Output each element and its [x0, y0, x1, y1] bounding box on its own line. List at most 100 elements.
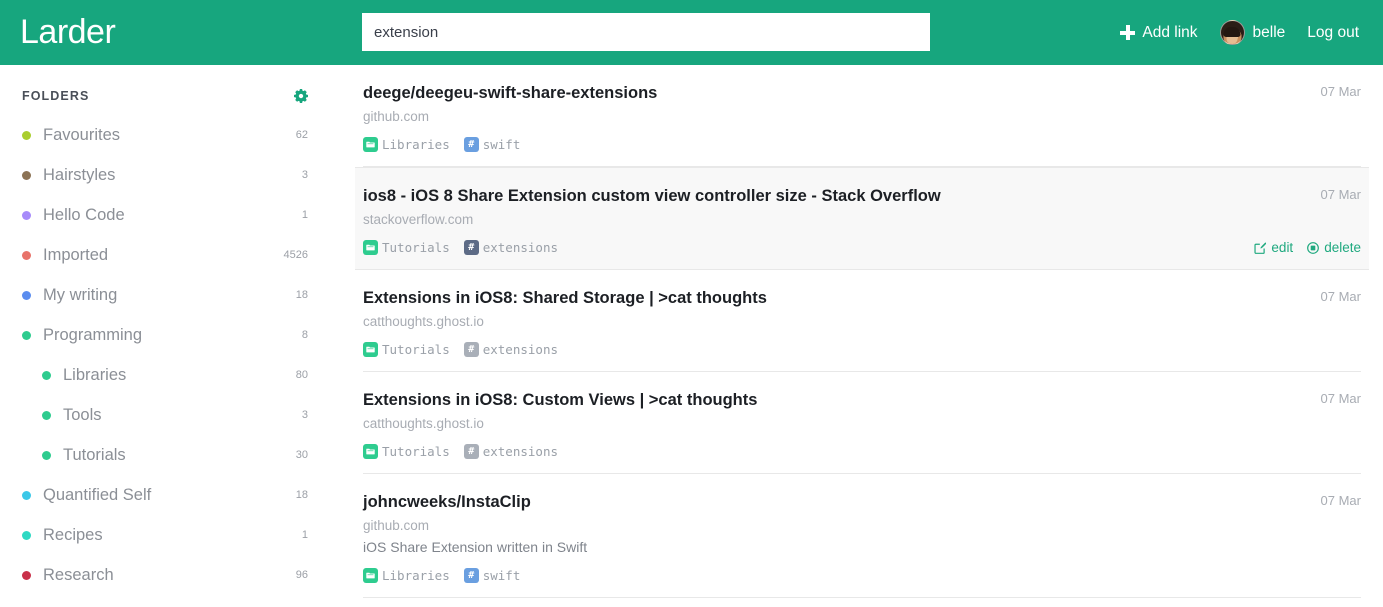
sidebar-item-research[interactable]: Research 96 [0, 555, 330, 595]
sidebar-item-hello-code[interactable]: Hello Code 1 [0, 195, 330, 235]
folder-color-dot [42, 370, 51, 380]
sidebar-item-count: 1 [301, 529, 308, 541]
sidebar-item-count: 18 [295, 289, 308, 301]
tag-badge[interactable]: # swift [463, 137, 521, 152]
delete-label: delete [1324, 240, 1361, 255]
add-link-label: Add link [1142, 23, 1198, 41]
result-domain: catthoughts.ghost.io [363, 416, 484, 431]
edit-button[interactable]: edit [1254, 240, 1293, 255]
folder-badge[interactable]: Libraries [363, 137, 450, 152]
folder-color-dot [22, 210, 31, 220]
user-name-label: belle [1252, 23, 1286, 41]
tag-badge[interactable]: # extensions [463, 240, 558, 255]
edit-label: edit [1271, 240, 1294, 255]
sidebar-item-favourites[interactable]: Favourites 62 [0, 115, 330, 155]
folder-color-dot [22, 490, 31, 500]
folder-badge[interactable]: Tutorials [363, 342, 450, 357]
folder-badge[interactable]: Tutorials [363, 444, 450, 459]
sidebar-item-label: Quantified Self [43, 485, 152, 504]
folder-icon [363, 342, 378, 357]
sidebar-item-count: 30 [295, 449, 308, 461]
folder-color-dot [22, 170, 31, 180]
result-domain: github.com [363, 109, 430, 124]
folder-color-dot [22, 530, 31, 540]
folder-badge[interactable]: Tutorials [363, 240, 450, 255]
sidebar-item-tutorials[interactable]: Tutorials 30 [0, 435, 330, 475]
folder-badge-label: Tutorials [382, 444, 450, 459]
sidebar-item-label: Hairstyles [43, 165, 116, 184]
result-item[interactable]: Extensions in iOS8: Custom Views | >cat … [363, 372, 1361, 474]
result-badges: Tutorials # extensions [363, 444, 1361, 459]
folder-badge-label: Tutorials [382, 342, 450, 357]
user-menu[interactable]: belle [1219, 20, 1286, 45]
sidebar-item-imported[interactable]: Imported 4526 [0, 235, 330, 275]
sidebar-item-label: Hello Code [43, 205, 125, 224]
app-header: Larder Add link belle Log out [0, 0, 1383, 65]
sidebar-item-my-writing[interactable]: My writing 18 [0, 275, 330, 315]
tag-badge-label: swift [482, 568, 521, 583]
pencil-icon [1254, 241, 1267, 254]
gear-icon[interactable] [294, 89, 308, 103]
sidebar-item-hairstyles[interactable]: Hairstyles 3 [0, 155, 330, 195]
search-input[interactable] [362, 13, 930, 51]
folder-badge-label: Tutorials [382, 240, 450, 255]
add-link-button[interactable]: Add link [1120, 23, 1198, 42]
folders-header: FOLDERS [0, 89, 330, 103]
folder-badge-label: Libraries [382, 137, 450, 152]
folder-color-dot [42, 450, 51, 460]
sidebar-item-count: 1 [301, 209, 308, 221]
folders-title: FOLDERS [22, 89, 90, 103]
result-badges: Libraries # swift [363, 568, 1361, 583]
sidebar-item-programming[interactable]: Programming 8 [0, 315, 330, 355]
folder-icon [363, 240, 378, 255]
logout-button[interactable]: Log out [1307, 24, 1359, 42]
result-item[interactable]: Extensions in iOS8: Shared Storage | >ca… [363, 270, 1361, 372]
sidebar-item-count: 4526 [283, 249, 308, 261]
result-title[interactable]: Extensions in iOS8: Custom Views | >cat … [363, 390, 1361, 410]
result-date: 07 Mar [1320, 84, 1361, 99]
result-title[interactable]: ios8 - iOS 8 Share Extension custom view… [363, 186, 1361, 206]
folder-icon [363, 444, 378, 459]
sidebar-item-count: 18 [295, 489, 308, 501]
folder-badge[interactable]: Libraries [363, 568, 450, 583]
result-title[interactable]: johncweeks/InstaClip [363, 492, 1361, 512]
sidebar-item-count: 8 [301, 329, 308, 341]
sidebar-item-label: Tools [63, 405, 102, 424]
folder-icon [363, 568, 378, 583]
plus-icon [1120, 25, 1136, 40]
result-title[interactable]: deege/deegeu-swift-share-extensions [363, 83, 1361, 103]
result-title[interactable]: Extensions in iOS8: Shared Storage | >ca… [363, 288, 1361, 308]
result-date: 07 Mar [1320, 289, 1361, 304]
result-date: 07 Mar [1320, 187, 1361, 202]
app-brand-logo[interactable]: Larder [20, 12, 116, 52]
header-actions: Add link belle Log out [1120, 0, 1359, 65]
result-domain: stackoverflow.com [363, 212, 474, 227]
tag-badge-label: extensions [482, 342, 558, 357]
tag-badge[interactable]: # extensions [463, 342, 558, 357]
sidebar-item-label: Favourites [43, 125, 121, 144]
tag-badge-label: swift [482, 137, 521, 152]
result-description: iOS Share Extension written in Swift [363, 539, 588, 555]
folder-color-dot [22, 250, 31, 260]
result-item[interactable]: deege/deegeu-swift-share-extensions githu… [363, 65, 1361, 167]
hash-icon: # [463, 568, 479, 583]
folder-color-dot [42, 410, 51, 420]
sidebar-item-libraries[interactable]: Libraries 80 [0, 355, 330, 395]
results-list: deege/deegeu-swift-share-extensions githu… [330, 65, 1383, 607]
sidebar-item-count: 3 [301, 409, 308, 421]
avatar [1219, 20, 1245, 45]
sidebar-item-quantified-self[interactable]: Quantified Self 18 [0, 475, 330, 515]
folder-badge-label: Libraries [382, 568, 450, 583]
result-item[interactable]: ios8 - iOS 8 Share Extension custom view… [355, 167, 1369, 270]
folder-icon [363, 137, 378, 152]
delete-button[interactable]: delete [1307, 240, 1361, 255]
sidebar-item-recipes[interactable]: Recipes 1 [0, 515, 330, 555]
hash-icon: # [463, 444, 479, 459]
sidebar-item-count: 96 [295, 569, 308, 581]
result-item[interactable]: johncweeks/InstaClip github.com iOS Share … [363, 474, 1361, 598]
search-container [362, 13, 930, 51]
tag-badge-label: extensions [482, 444, 558, 459]
tag-badge[interactable]: # extensions [463, 444, 558, 459]
sidebar-item-tools[interactable]: Tools 3 [0, 395, 330, 435]
tag-badge[interactable]: # swift [463, 568, 521, 583]
